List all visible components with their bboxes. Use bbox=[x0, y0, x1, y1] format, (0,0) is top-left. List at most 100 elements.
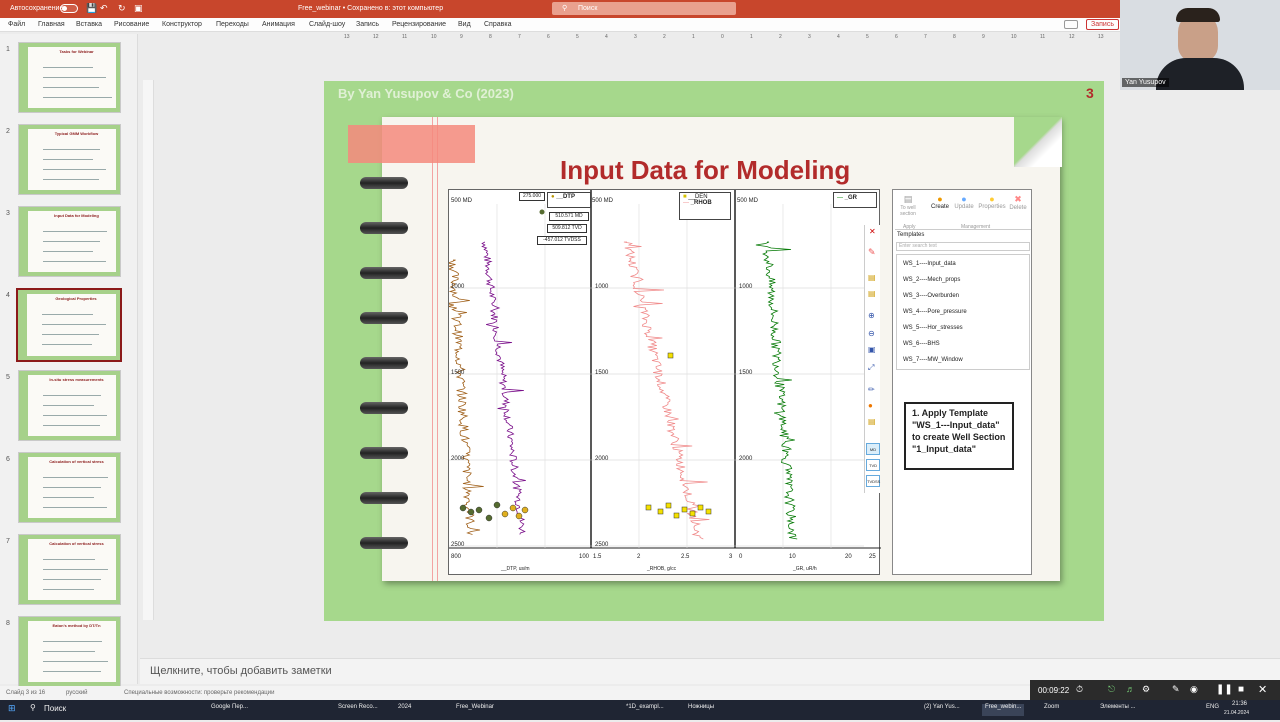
taskbar-app[interactable]: Screen Reco... bbox=[338, 704, 378, 716]
thumbnail-line bbox=[43, 661, 108, 662]
dtp-sample-point bbox=[467, 508, 475, 516]
dtp-sample-point bbox=[493, 501, 501, 509]
tvdss-button[interactable]: TVDSS bbox=[866, 475, 880, 487]
taskbar-app[interactable]: Ножницы bbox=[688, 704, 714, 716]
tab-review[interactable]: Рецензирование bbox=[392, 21, 446, 28]
present-icon[interactable]: ▣ bbox=[134, 3, 143, 14]
slide-thumbnail[interactable]: In-situ stress measurements bbox=[18, 370, 121, 441]
tab-slideshow[interactable]: Слайд-шоу bbox=[309, 21, 345, 28]
create-button[interactable]: ● Create bbox=[929, 194, 951, 210]
save-icon[interactable]: 💾 bbox=[86, 3, 97, 14]
pen-icon[interactable]: ✎ bbox=[1172, 684, 1180, 695]
tab-design[interactable]: Конструктор bbox=[162, 21, 202, 28]
autosave-toggle[interactable] bbox=[60, 4, 78, 13]
md-button[interactable]: MD bbox=[866, 443, 880, 455]
stop-icon[interactable]: ■ bbox=[1238, 684, 1244, 695]
doc-icon[interactable]: ▤ bbox=[868, 289, 876, 298]
to-well-section-button[interactable]: ▤ To well section bbox=[897, 194, 919, 217]
ruler-label: 2 bbox=[779, 34, 782, 40]
tab-animation[interactable]: Анимация bbox=[262, 21, 295, 28]
slide-canvas[interactable]: By Yan Yusupov & Co (2023) 3 Input Data … bbox=[324, 81, 1104, 621]
slide-thumbnail[interactable]: Calculation of vertical stress bbox=[18, 452, 121, 523]
thumbnail-line bbox=[43, 569, 108, 570]
taskbar-app-active[interactable]: Free_webin... bbox=[982, 704, 1025, 716]
template-item[interactable]: WS_4----Pore_pressure bbox=[903, 309, 967, 315]
margin-line bbox=[437, 117, 438, 581]
presenter-hair bbox=[1176, 8, 1220, 22]
template-item[interactable]: WS_5----Hor_stresses bbox=[903, 325, 963, 331]
tvd-button[interactable]: TVD bbox=[866, 459, 880, 471]
pencil-icon[interactable]: ✏ bbox=[868, 385, 875, 394]
redo-icon[interactable]: ↻ bbox=[118, 3, 126, 14]
taskbar-app[interactable]: *1D_exampl... bbox=[626, 704, 664, 716]
tab-draw[interactable]: Рисование bbox=[114, 21, 149, 28]
taskbar-app[interactable]: Free_Webinar bbox=[456, 704, 494, 716]
eraser-icon[interactable]: ✎ bbox=[868, 247, 876, 258]
taskbar-app[interactable]: 2024 bbox=[398, 704, 411, 716]
slide-thumbnail[interactable]: Calculation of vertical stress bbox=[18, 534, 121, 605]
close-icon[interactable]: ✕ bbox=[1258, 683, 1267, 696]
template-item[interactable]: WS_6----BHS bbox=[903, 341, 940, 347]
den-sample-point bbox=[657, 508, 664, 515]
thumbnail-line bbox=[43, 77, 106, 78]
tooltip-tvd: 509.812 TVD bbox=[547, 224, 587, 233]
tab-help[interactable]: Справка bbox=[484, 21, 511, 28]
slide-thumbnail[interactable]: Input Data for Modeling bbox=[18, 206, 121, 277]
dtp-axis-min: 800 bbox=[451, 554, 462, 560]
undo-icon[interactable]: ↶ bbox=[100, 3, 108, 14]
tab-home[interactable]: Главная bbox=[38, 21, 65, 28]
speaker-icon[interactable]: ♬ bbox=[1126, 684, 1135, 694]
taskbar-app[interactable]: Элементы ... bbox=[1100, 704, 1135, 716]
template-item[interactable]: WS_7----MW_Window bbox=[903, 357, 963, 363]
delete-button[interactable]: ✖ Delete bbox=[1007, 194, 1029, 211]
tab-insert[interactable]: Вставка bbox=[76, 21, 102, 28]
comments-icon[interactable] bbox=[1064, 20, 1078, 29]
settings-icon[interactable]: ▤ bbox=[868, 417, 876, 426]
thumbnail-number: 2 bbox=[6, 128, 10, 135]
update-button[interactable]: ● Update bbox=[953, 194, 975, 210]
keyboard-language[interactable]: ENG bbox=[1206, 704, 1219, 716]
thumbnail-number: 8 bbox=[6, 620, 10, 627]
accessibility-status[interactable]: Специальные возможности: проверьте реком… bbox=[124, 690, 274, 696]
zoom-box-icon[interactable]: ▣ bbox=[868, 345, 876, 354]
fit-icon[interactable]: ⤢ bbox=[868, 363, 874, 373]
ruler-icon[interactable]: ▤ bbox=[868, 273, 876, 282]
thumbnail-line bbox=[43, 415, 107, 416]
camera-icon[interactable]: ◉ bbox=[1190, 684, 1198, 695]
search-box[interactable]: ⚲ Поиск bbox=[552, 2, 736, 15]
template-item[interactable]: WS_2----Mech_props bbox=[903, 277, 960, 283]
tab-view[interactable]: Вид bbox=[458, 21, 471, 28]
spiral-ring bbox=[360, 312, 408, 324]
slide-thumbnail[interactable]: Typical GMM Workflow bbox=[18, 124, 121, 195]
close-icon[interactable]: ✕ bbox=[869, 227, 876, 236]
template-search-input[interactable]: Enter search text bbox=[896, 242, 1030, 251]
slide-thumbnail[interactable]: Tasks for Webinar bbox=[18, 42, 121, 113]
palette-icon[interactable]: ● bbox=[868, 401, 873, 410]
zoom-out-icon[interactable]: ⊖ bbox=[868, 329, 875, 338]
slide-thumbnail[interactable]: Eaton's method by DT/Tn bbox=[18, 616, 121, 687]
zoom-in-icon[interactable]: ⊕ bbox=[868, 311, 875, 320]
document-title[interactable]: Free_webinar • Сохранено в: этот компьют… bbox=[298, 5, 443, 12]
delete-label: Delete bbox=[1009, 205, 1027, 211]
slide-thumbnails-pane[interactable]: 1 Tasks for Webinar 2 Typical GMM Workflow 3… bbox=[0, 34, 138, 687]
template-item[interactable]: WS_3----Overburden bbox=[903, 293, 959, 299]
tab-transitions[interactable]: Переходы bbox=[216, 21, 249, 28]
language-indicator[interactable]: русский bbox=[66, 690, 88, 696]
gear-icon[interactable]: ⚙ bbox=[1142, 684, 1150, 695]
taskbar-search-icon[interactable]: ⚲ bbox=[30, 703, 36, 715]
properties-button[interactable]: ● Properties bbox=[977, 194, 1007, 210]
record-button[interactable]: Запись bbox=[1086, 19, 1119, 30]
clock-date[interactable]: 21.04.2024 bbox=[1224, 710, 1249, 722]
taskbar-app[interactable]: Google Пер... bbox=[211, 704, 248, 716]
taskbar-app[interactable]: Zoom bbox=[1044, 704, 1059, 716]
thumbnail-title: Calculation of vertical stress bbox=[49, 459, 104, 464]
taskbar-app[interactable]: (2) Yan Yus... bbox=[924, 704, 960, 716]
taskbar-search[interactable]: Поиск bbox=[44, 704, 66, 716]
windows-icon[interactable]: ⊞ bbox=[8, 703, 16, 715]
slide-thumbnail[interactable]: Geological Properties bbox=[16, 288, 122, 362]
mic-icon[interactable]: ⎋ bbox=[1108, 684, 1115, 695]
tab-record[interactable]: Запись bbox=[356, 21, 379, 28]
pause-icon[interactable]: ❚❚ bbox=[1216, 684, 1233, 695]
template-item[interactable]: WS_1----Input_data bbox=[903, 261, 956, 267]
tab-file[interactable]: Файл bbox=[8, 21, 25, 28]
